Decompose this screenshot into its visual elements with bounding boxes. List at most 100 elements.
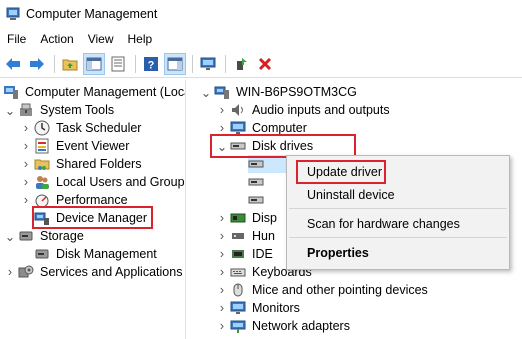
chevron-right-icon[interactable]: ›: [216, 229, 228, 243]
toolbar-separator: [54, 54, 55, 73]
list-icon: [111, 56, 125, 71]
tree-label: Computer: [252, 121, 307, 135]
toolbar: ?: [0, 50, 522, 78]
tree-label: System Tools: [40, 103, 115, 117]
chevron-right-icon[interactable]: ›: [4, 265, 16, 279]
tree-item-task-scheduler[interactable]: › Task Scheduler: [20, 119, 143, 137]
menu-separator: [289, 208, 507, 209]
update-driver-button[interactable]: [230, 53, 252, 75]
ide-controller-icon: [230, 246, 246, 262]
forward-arrow-icon: [30, 57, 44, 70]
chevron-right-icon[interactable]: ›: [216, 211, 228, 225]
chevron-down-icon[interactable]: ⌄: [200, 86, 212, 100]
menu-file[interactable]: File: [0, 32, 33, 46]
svg-text:?: ?: [148, 59, 155, 71]
toolbar-separator: [225, 54, 226, 73]
tree-label: Audio inputs and outputs: [252, 103, 390, 117]
tools-icon: [18, 102, 34, 118]
tree-label: Task Scheduler: [56, 121, 142, 135]
tree-item-shared-folders[interactable]: › Shared Folders: [20, 155, 143, 173]
chevron-right-icon[interactable]: ›: [216, 283, 228, 297]
tree-item-root[interactable]: Computer Management (Local: [3, 83, 186, 101]
chevron-right-icon[interactable]: ›: [20, 121, 32, 135]
uninstall-device-menu-item[interactable]: Uninstall device: [307, 188, 395, 202]
chevron-right-icon[interactable]: ›: [20, 193, 32, 207]
computer-management-icon: [6, 7, 20, 20]
help-button[interactable]: ?: [140, 53, 162, 75]
properties-menu-item[interactable]: Properties: [307, 246, 369, 260]
tree-item-disk-2[interactable]: [248, 173, 268, 191]
tree-item-audio[interactable]: › Audio inputs and outputs: [216, 101, 392, 119]
chevron-right-icon[interactable]: ›: [216, 265, 228, 279]
up-folder-button[interactable]: [59, 53, 81, 75]
chevron-right-icon[interactable]: ›: [216, 301, 228, 315]
toolbar-separator: [135, 54, 136, 73]
tree-item-storage[interactable]: ⌄ Storage: [4, 227, 86, 245]
tree-label: Hun: [252, 229, 275, 243]
tree-label: Local Users and Groups: [56, 175, 186, 189]
tree-item-event-viewer[interactable]: › Event Viewer: [20, 137, 131, 155]
folder-up-icon: [62, 59, 78, 70]
chevron-right-icon[interactable]: ›: [216, 121, 228, 135]
storage-icon: [18, 228, 34, 244]
chevron-down-icon[interactable]: ⌄: [4, 230, 16, 244]
tree-label: Network adapters: [252, 319, 350, 333]
shared-folder-icon: [34, 156, 50, 172]
tree-item-display-adapters[interactable]: › Disp: [216, 209, 279, 227]
tree-item-computer-name[interactable]: ⌄ WIN-B6PS9OTM3CG: [200, 83, 359, 101]
menu-view[interactable]: View: [81, 32, 121, 46]
action-pane-icon: [167, 57, 183, 70]
event-viewer-icon: [34, 138, 50, 154]
chevron-right-icon[interactable]: ›: [20, 139, 32, 153]
chevron-right-icon[interactable]: ›: [20, 157, 32, 171]
back-arrow-icon: [6, 57, 20, 70]
monitor-icon: [200, 57, 216, 70]
tree-label: Storage: [40, 229, 84, 243]
back-button[interactable]: [2, 53, 24, 75]
chevron-down-icon[interactable]: ⌄: [4, 104, 16, 118]
chevron-right-icon[interactable]: ›: [20, 175, 32, 189]
show-console-tree-button[interactable]: [83, 52, 105, 75]
tree-item-ide[interactable]: › IDE: [216, 245, 275, 263]
menu-separator: [289, 237, 507, 238]
chevron-right-icon[interactable]: ›: [216, 103, 228, 117]
computer-management-icon: [3, 84, 19, 100]
uninstall-button[interactable]: [254, 53, 276, 75]
tree-label: WIN-B6PS9OTM3CG: [236, 85, 357, 99]
chevron-right-icon[interactable]: ›: [216, 247, 228, 261]
menu-help[interactable]: Help: [121, 32, 160, 46]
tree-item-system-tools[interactable]: ⌄ System Tools: [4, 101, 116, 119]
title-bar: Computer Management: [0, 0, 522, 28]
tree-label: Computer Management (Local: [25, 85, 186, 99]
tree-item-local-users[interactable]: › Local Users and Groups: [20, 173, 186, 191]
mouse-icon: [230, 282, 246, 298]
tree-label: IDE: [252, 247, 273, 261]
speaker-icon: [230, 102, 246, 118]
show-action-pane-button[interactable]: [164, 52, 186, 75]
menu-action[interactable]: Action: [33, 32, 80, 46]
chevron-right-icon[interactable]: ›: [216, 319, 228, 333]
forward-button[interactable]: [26, 53, 48, 75]
disk-management-icon: [34, 246, 50, 262]
tree-item-hid[interactable]: › Hun: [216, 227, 277, 245]
tree-item-network-adapters[interactable]: › Network adapters: [216, 317, 352, 335]
tree-item-monitors[interactable]: › Monitors: [216, 299, 302, 317]
tree-item-disk-management[interactable]: Disk Management: [34, 245, 159, 263]
disk-drive-icon: [248, 192, 264, 208]
export-list-button[interactable]: [107, 53, 129, 75]
console-tree-icon: [86, 57, 102, 70]
scan-hardware-menu-item[interactable]: Scan for hardware changes: [307, 217, 460, 231]
window-title: Computer Management: [26, 7, 158, 21]
services-icon: [18, 264, 34, 280]
tree-item-services[interactable]: › Services and Applications: [4, 263, 184, 281]
tree-label: Performance: [56, 193, 128, 207]
tree-item-mice[interactable]: › Mice and other pointing devices: [216, 281, 430, 299]
tree-label: Services and Applications: [40, 265, 183, 279]
disk-drive-icon: [248, 174, 264, 190]
tree-label: Event Viewer: [56, 139, 130, 153]
scan-hardware-button[interactable]: [197, 53, 219, 75]
tree-item-disk-3[interactable]: [248, 191, 268, 209]
device-manager-highlight: [32, 206, 153, 229]
driver-update-icon: [237, 57, 247, 70]
clock-icon: [34, 120, 50, 136]
